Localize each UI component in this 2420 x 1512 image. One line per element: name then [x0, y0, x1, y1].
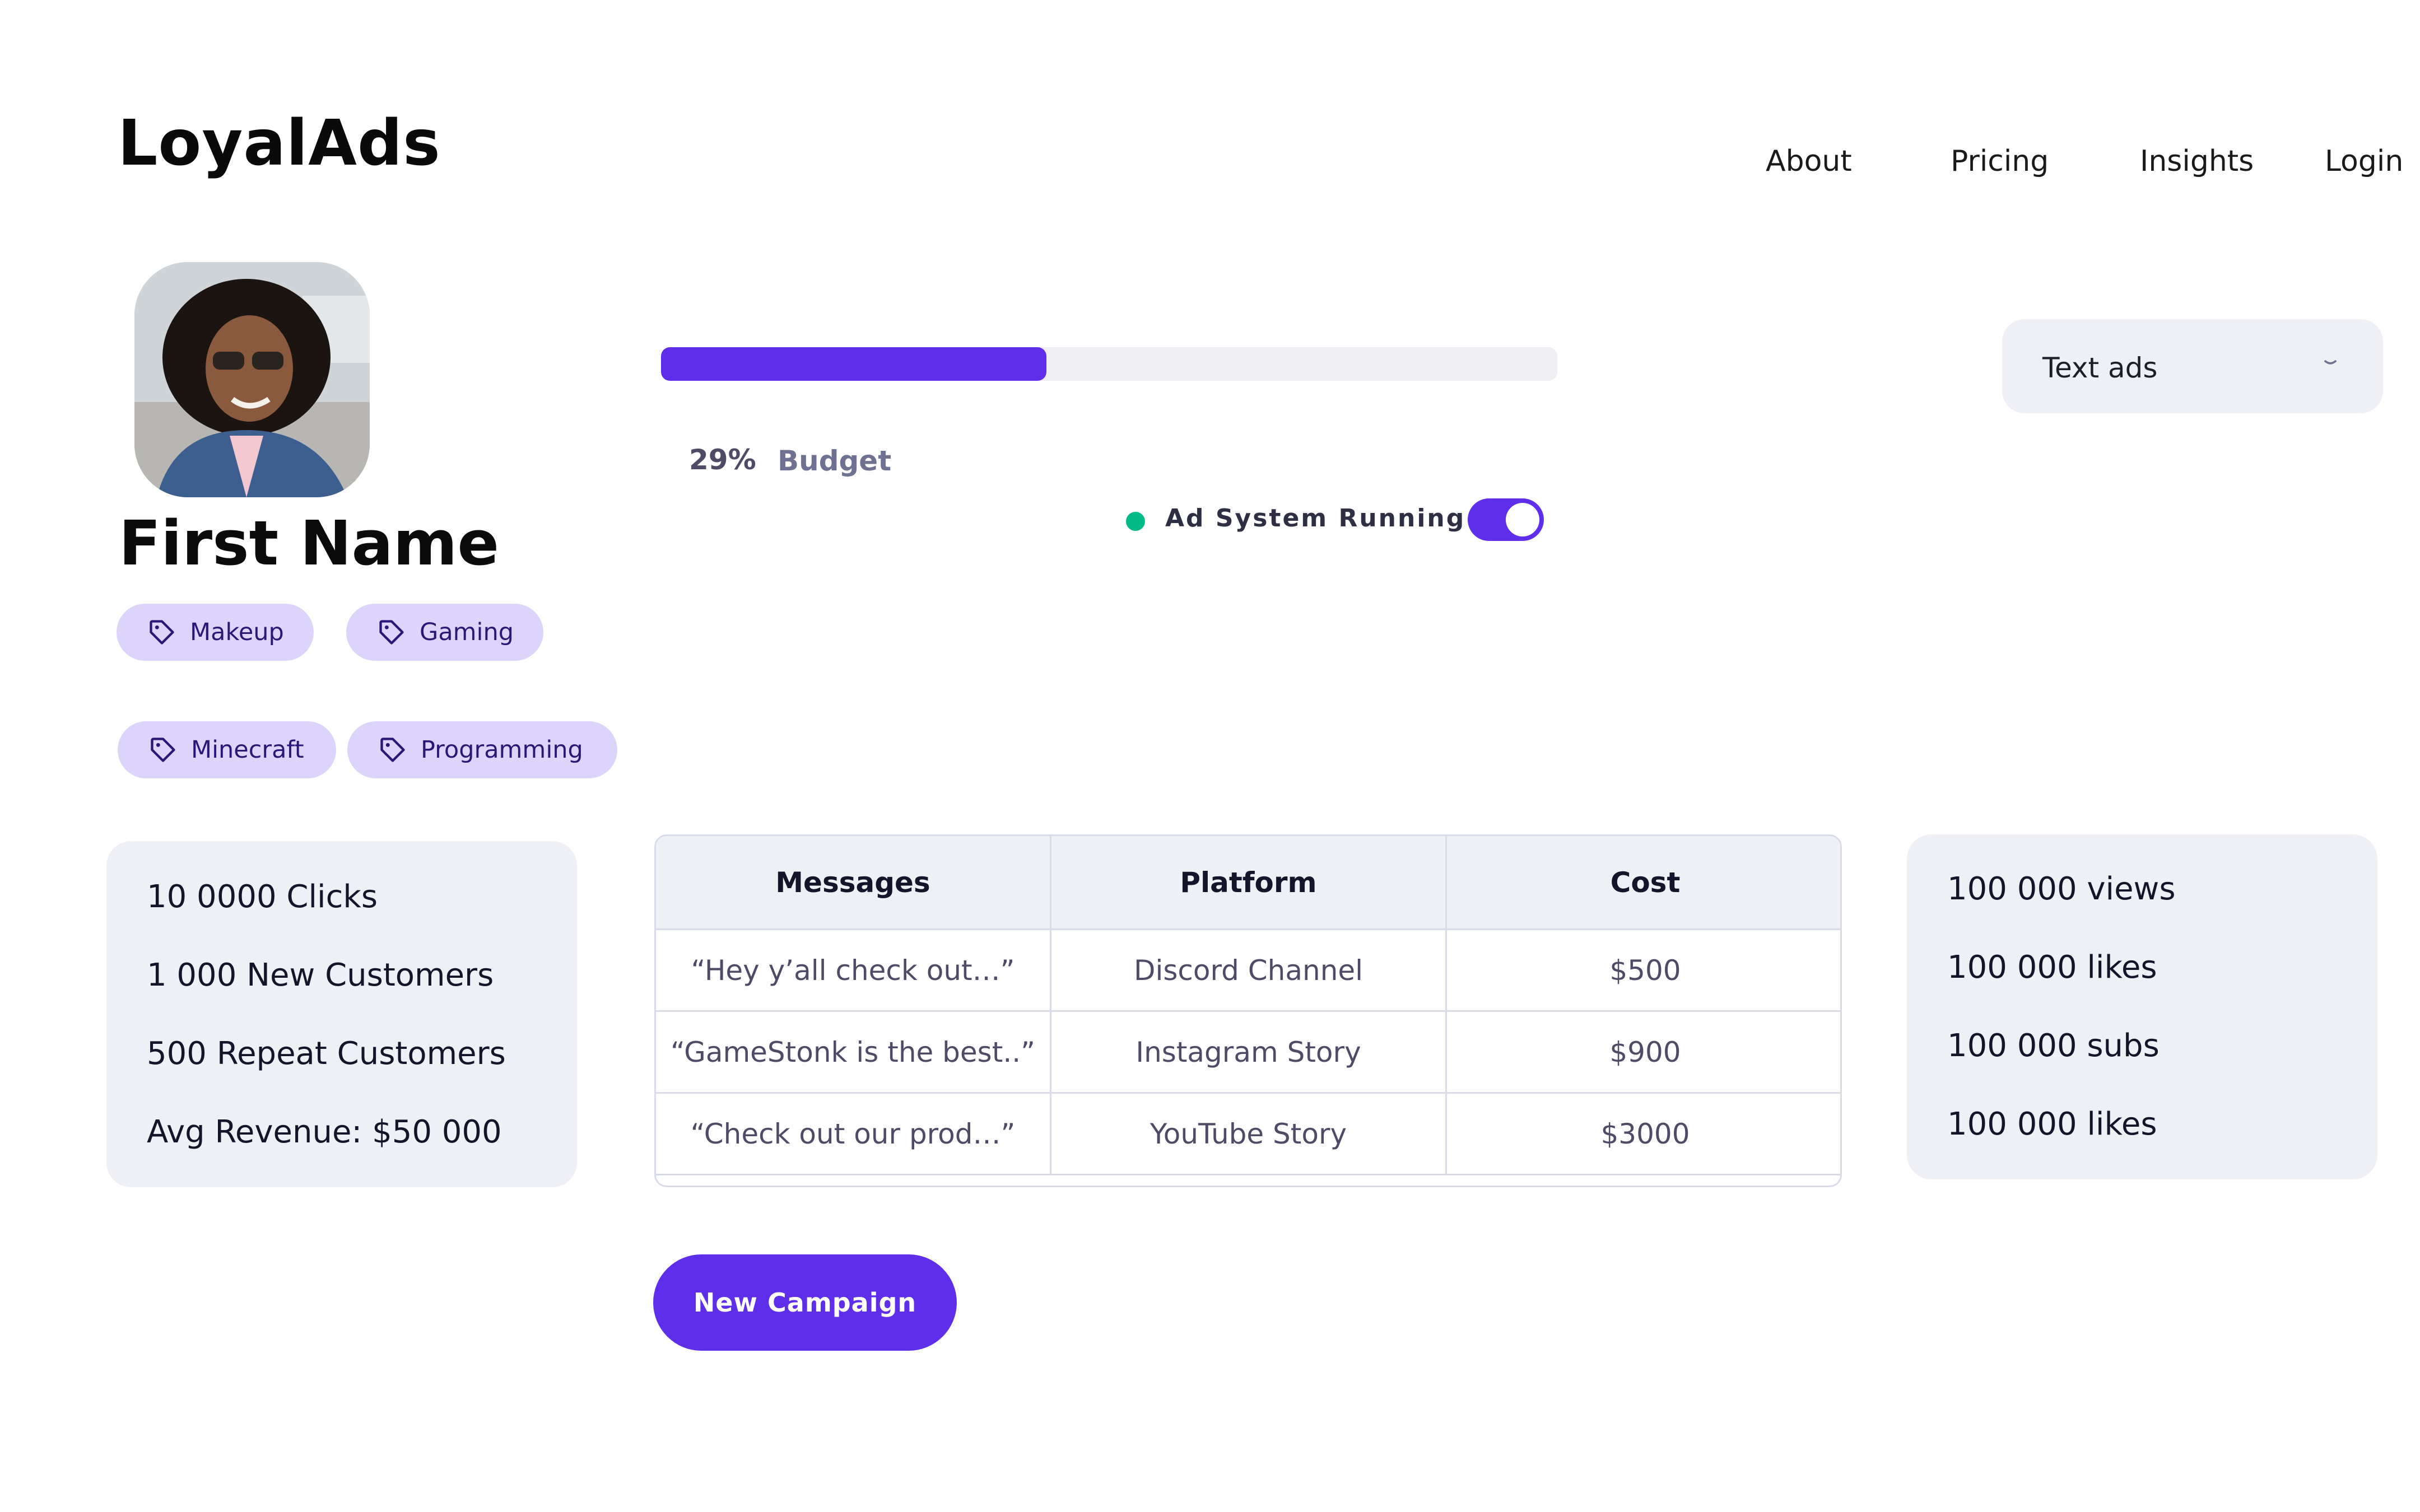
ad-system-status: Ad System Running: [1165, 504, 1466, 533]
stat-likes-2: 100 000 likes: [1947, 1106, 2157, 1142]
ad-system-toggle[interactable]: [1468, 498, 1544, 541]
table-cell-platform[interactable]: YouTube Story: [1051, 1094, 1447, 1175]
tag-gaming[interactable]: Gaming: [346, 604, 543, 661]
table-header-cost[interactable]: Cost: [1447, 836, 1840, 930]
budget-progress-fill: [661, 347, 1046, 381]
table-cell-cost[interactable]: $500: [1447, 930, 1840, 1012]
nav-about[interactable]: About: [1766, 147, 1852, 176]
ad-type-dropdown[interactable]: Text ads: [2002, 319, 2383, 413]
social-stats-card: 100 000 views 100 000 likes 100 000 subs…: [1907, 834, 2377, 1179]
stat-subs: 100 000 subs: [1947, 1028, 2160, 1064]
nav-pricing[interactable]: Pricing: [1951, 147, 2049, 176]
table-cell-message[interactable]: “Check out our prod…”: [656, 1094, 1051, 1175]
stat-repeat-customers: 500 Repeat Customers: [147, 1035, 506, 1072]
tag-makeup[interactable]: Makeup: [117, 604, 314, 661]
nav-insights[interactable]: Insights: [2140, 147, 2254, 176]
performance-stats-card: 10 0000 Clicks 1 000 New Customers 500 R…: [106, 841, 577, 1187]
status-indicator: [1126, 512, 1145, 531]
tag-label: Minecraft: [191, 736, 304, 764]
budget-label: Budget: [778, 445, 892, 477]
table-header-platform[interactable]: Platform: [1051, 836, 1447, 930]
tag-icon: [151, 738, 175, 762]
nav-login[interactable]: Login: [2325, 147, 2403, 176]
tag-programming[interactable]: Programming: [347, 721, 617, 778]
chevron-down-icon: [2324, 360, 2337, 365]
stat-new-customers: 1 000 New Customers: [147, 957, 494, 993]
table-cell-message[interactable]: “GameStonk is the best..”: [656, 1012, 1051, 1094]
table-cell-message[interactable]: “Hey y’all check out…”: [656, 930, 1051, 1012]
tag-icon: [150, 620, 174, 645]
stat-likes: 100 000 likes: [1947, 949, 2157, 986]
new-campaign-button[interactable]: New Campaign: [653, 1254, 957, 1351]
table-cell-cost[interactable]: $3000: [1447, 1094, 1840, 1175]
tag-icon: [379, 620, 404, 645]
avatar: [134, 262, 370, 497]
table-header-messages[interactable]: Messages: [656, 836, 1051, 930]
table-cell-cost[interactable]: $900: [1447, 1012, 1840, 1094]
budget-progress-bar: [661, 347, 1557, 381]
table-cell-platform[interactable]: Discord Channel: [1051, 930, 1447, 1012]
dropdown-value: Text ads: [2042, 352, 2158, 384]
stat-clicks: 10 0000 Clicks: [147, 879, 378, 915]
tag-label: Makeup: [190, 618, 284, 646]
tag-minecraft[interactable]: Minecraft: [118, 721, 336, 778]
tag-icon: [380, 738, 405, 762]
stat-avg-revenue: Avg Revenue: $50 000: [147, 1114, 502, 1150]
table-cell-platform[interactable]: Instagram Story: [1051, 1012, 1447, 1094]
avatar-photo: [134, 262, 370, 497]
campaign-table: Messages Platform Cost “Hey y’all check …: [654, 834, 1842, 1187]
toggle-knob: [1506, 503, 1539, 536]
profile-name: First Name: [119, 507, 499, 579]
stat-views: 100 000 views: [1947, 871, 2176, 907]
brand-logo[interactable]: LoyalAds: [118, 112, 441, 175]
tag-label: Gaming: [420, 618, 514, 646]
tag-label: Programming: [421, 736, 583, 764]
budget-percent: 29%: [689, 444, 756, 476]
